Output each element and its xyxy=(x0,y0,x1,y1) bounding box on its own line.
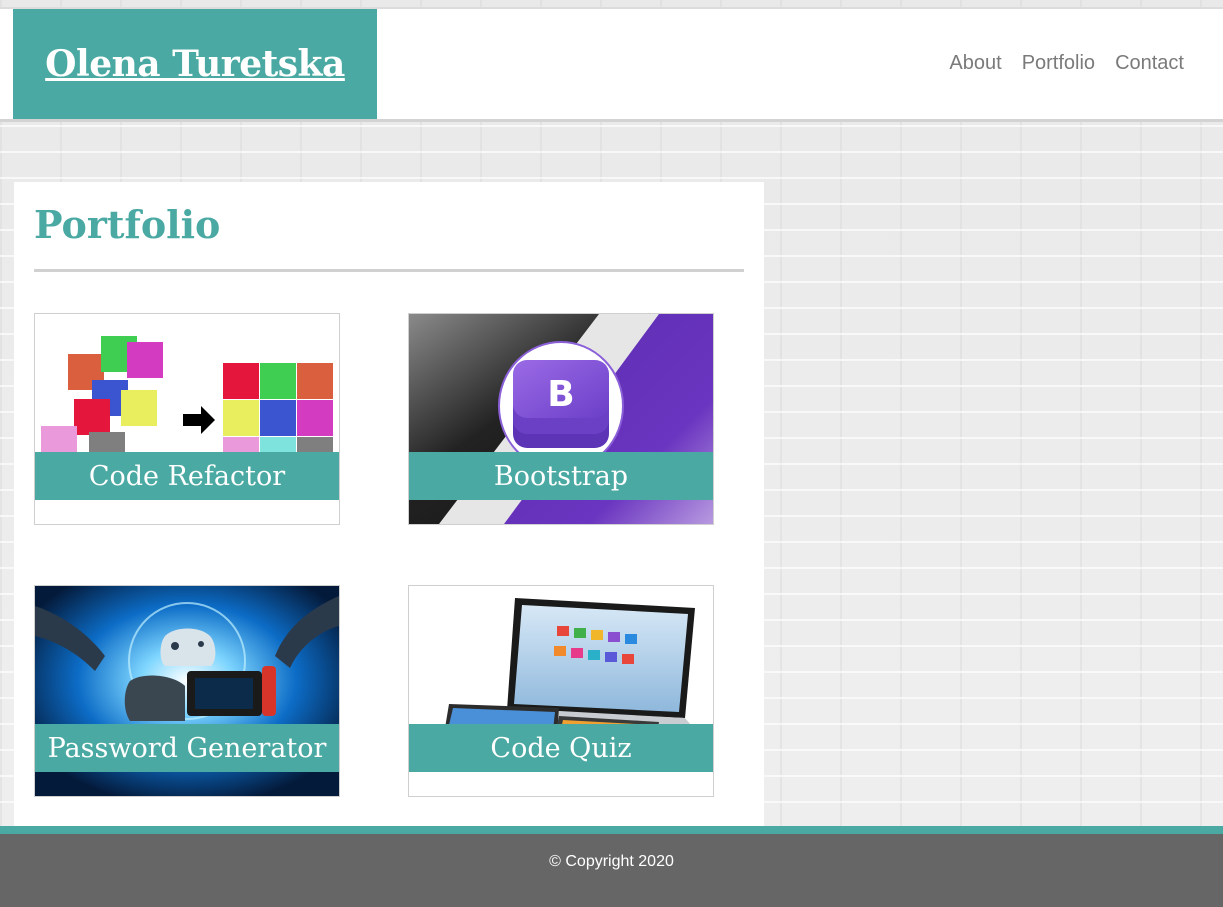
nav-contact-link[interactable]: Contact xyxy=(1115,52,1184,75)
footer-accent-band xyxy=(0,826,1223,834)
nav-portfolio-link[interactable]: Portfolio xyxy=(1022,52,1095,75)
project-card-password-generator[interactable]: Password Generator xyxy=(34,585,340,797)
project-card-code-quiz[interactable]: Code Quiz xyxy=(408,585,714,797)
project-card-bootstrap[interactable]: B Bootstrap xyxy=(408,313,714,525)
project-card-label: Code Refactor xyxy=(35,452,339,500)
nav-about-link[interactable]: About xyxy=(949,52,1001,75)
main-nav: About Portfolio Contact xyxy=(949,52,1184,75)
portfolio-panel: Portfolio Code Refactor B Bootstrap Pass… xyxy=(14,182,764,830)
project-card-label: Bootstrap xyxy=(409,452,713,500)
project-card-label: Code Quiz xyxy=(409,724,713,772)
site-header: Olena Turetska About Portfolio Contact xyxy=(0,9,1223,122)
page-title: Portfolio xyxy=(34,202,221,247)
project-card-code-refactor[interactable]: Code Refactor xyxy=(34,313,340,525)
site-title-link[interactable]: Olena Turetska xyxy=(45,43,345,85)
copyright-text: © Copyright 2020 xyxy=(549,853,674,870)
title-divider xyxy=(34,269,744,272)
brand-block: Olena Turetska xyxy=(13,9,377,119)
site-footer: © Copyright 2020 xyxy=(0,834,1223,907)
svg-text:B: B xyxy=(547,374,574,415)
project-card-label: Password Generator xyxy=(35,724,339,772)
